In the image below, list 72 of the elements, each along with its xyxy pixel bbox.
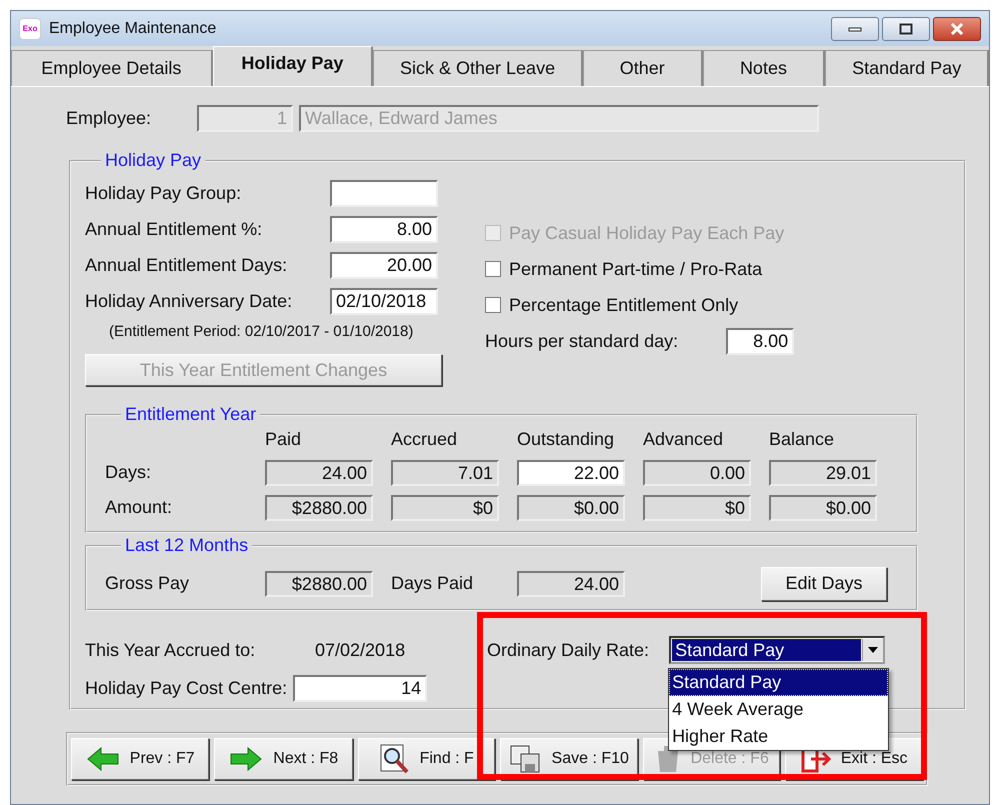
field-label: Hours per standard day: [485, 330, 678, 352]
field-label: This Year Accrued to: [85, 640, 256, 660]
prev-button[interactable]: Prev : F7 [71, 738, 210, 780]
maximize-button[interactable] [882, 16, 930, 40]
accrued-date: 07/02/2018 [315, 640, 406, 660]
rate-dropdown[interactable]: Standard Pay [669, 636, 886, 664]
close-button[interactable] [933, 16, 981, 40]
row-label: Amount: [105, 497, 174, 518]
value-field[interactable]: $0.00 [517, 494, 625, 520]
edit-days-button[interactable]: Edit Days [761, 566, 887, 600]
window-title: Employee Maintenance [49, 20, 216, 38]
tab[interactable]: Sick & Other Leave [373, 50, 583, 86]
input-field[interactable]: 8.00 [330, 216, 438, 242]
minimize-icon [848, 26, 862, 32]
group-title: Last 12 Months [124, 535, 250, 556]
input-field[interactable]: 8.00 [726, 328, 794, 354]
value-field[interactable]: $0 [391, 494, 499, 520]
right-arrow-icon [229, 746, 264, 772]
dropdown-option[interactable]: 4 Week Average [669, 696, 888, 723]
group-title: Entitlement Year [124, 404, 258, 425]
input-field[interactable]: 20.00 [330, 252, 438, 278]
field-label: Annual Entitlement Days: [85, 254, 288, 276]
field-label: Days Paid [391, 573, 474, 594]
value-field[interactable]: $2880.00 [265, 570, 373, 596]
field-label: Holiday Anniversary Date: [85, 290, 294, 312]
checkbox-label: Pay Casual Holiday Pay Each Pay [509, 222, 784, 244]
value-field[interactable]: $2880.00 [265, 494, 373, 520]
field-label: Annual Entitlement %: [85, 218, 264, 240]
column-header: Paid [265, 429, 302, 451]
value-field[interactable]: 29.01 [769, 460, 877, 486]
input-field[interactable]: 14 [293, 674, 428, 702]
floppy-disks-icon [510, 745, 542, 773]
value-field[interactable]: 7.01 [391, 460, 499, 486]
maximize-icon [899, 22, 913, 34]
tab[interactable]: Notes [702, 50, 826, 86]
tab[interactable]: Employee Details [11, 50, 213, 86]
value-field[interactable]: $0.00 [769, 494, 877, 520]
app-icon: Exo [19, 18, 41, 40]
input-field[interactable] [330, 180, 438, 206]
field-label: Ordinary Daily Rate: [487, 640, 650, 660]
search-icon [380, 744, 410, 774]
checkbox-label: Percentage Entitlement Only [509, 294, 738, 316]
group-title: Holiday Pay [104, 150, 202, 171]
value-field[interactable]: $0 [643, 494, 751, 520]
next-button[interactable]: Next : F8 [214, 738, 353, 780]
value-field[interactable]: 22.00 [517, 460, 625, 486]
column-header: Advanced [643, 429, 724, 451]
value-field[interactable]: 24.00 [265, 460, 373, 486]
tab[interactable]: Holiday Pay [212, 46, 374, 86]
tab[interactable]: Standard Pay [825, 50, 989, 86]
value-field[interactable]: 0.00 [643, 460, 751, 486]
input-field[interactable]: 02/10/2018 [330, 288, 438, 314]
tab[interactable]: Other [582, 50, 703, 86]
column-header: Outstanding [517, 429, 616, 451]
period-note: (Entitlement Period: 02/10/2017 - 01/10/2018) [109, 323, 414, 340]
caret-icon [862, 639, 884, 661]
left-arrow-icon [86, 746, 120, 772]
checkbox-label: Permanent Part-time / Pro-Rata [509, 258, 762, 280]
find-button[interactable]: Find : F [358, 738, 496, 780]
dropdown-option[interactable]: Standard Pay [669, 669, 888, 696]
field-label: Gross Pay [105, 573, 190, 594]
row-label: Days: [105, 462, 152, 483]
column-header: Balance [769, 429, 836, 451]
close-icon [949, 22, 965, 34]
field-label: Employee: [66, 108, 152, 129]
column-header: Accrued [391, 429, 458, 451]
field-label: Holiday Pay Cost Centre: [85, 678, 288, 698]
checkbox[interactable] [485, 297, 501, 313]
value-field[interactable]: 24.00 [517, 570, 625, 596]
checkbox[interactable] [485, 261, 501, 277]
field-label: Holiday Pay Group: [85, 182, 242, 204]
minimize-button[interactable] [831, 16, 879, 40]
